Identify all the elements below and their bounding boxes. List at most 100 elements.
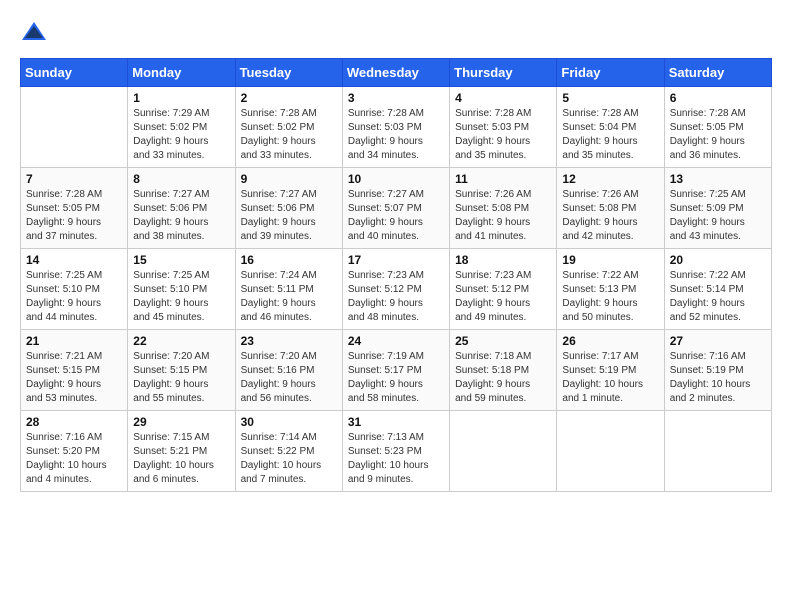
day-number: 5	[562, 91, 658, 105]
day-number: 10	[348, 172, 444, 186]
calendar-cell: 31 Sunrise: 7:13 AM Sunset: 5:23 PM Dayli…	[342, 411, 449, 492]
calendar-cell	[21, 87, 128, 168]
day-info: Sunrise: 7:28 AM Sunset: 5:03 PM Dayligh…	[348, 107, 444, 163]
weekday-header-friday: Friday	[557, 59, 664, 87]
day-number: 2	[241, 91, 337, 105]
day-number: 11	[455, 172, 551, 186]
weekday-header-row: SundayMondayTuesdayWednesdayThursdayFrid…	[21, 59, 772, 87]
day-number: 27	[670, 334, 766, 348]
calendar-cell: 5 Sunrise: 7:28 AM Sunset: 5:04 PM Daylig…	[557, 87, 664, 168]
day-number: 23	[241, 334, 337, 348]
weekday-header-sunday: Sunday	[21, 59, 128, 87]
day-info: Sunrise: 7:27 AM Sunset: 5:07 PM Dayligh…	[348, 188, 444, 244]
calendar-cell: 10 Sunrise: 7:27 AM Sunset: 5:07 PM Dayli…	[342, 168, 449, 249]
calendar-table: SundayMondayTuesdayWednesdayThursdayFrid…	[20, 58, 772, 492]
day-number: 3	[348, 91, 444, 105]
calendar-cell: 26Sunrise: 7:17 AM Sunset: 5:19 PM Dayli…	[557, 330, 664, 411]
day-number: 9	[241, 172, 337, 186]
calendar-week-2: 7 Sunrise: 7:28 AM Sunset: 5:05 PM Daylig…	[21, 168, 772, 249]
calendar-cell: 28 Sunrise: 7:16 AM Sunset: 5:20 PM Dayli…	[21, 411, 128, 492]
day-info: Sunrise: 7:21 AM Sunset: 5:15 PM Dayligh…	[26, 350, 122, 406]
calendar-cell: 8Sunrise: 7:27 AM Sunset: 5:06 PM Daylig…	[128, 168, 235, 249]
calendar-cell: 30 Sunrise: 7:14 AM Sunset: 5:22 PM Dayli…	[235, 411, 342, 492]
day-number: 7	[26, 172, 122, 186]
calendar-cell: 2 Sunrise: 7:28 AM Sunset: 5:02 PM Daylig…	[235, 87, 342, 168]
day-info: Sunrise: 7:23 AM Sunset: 5:12 PM Dayligh…	[348, 269, 444, 325]
calendar-cell: 22 Sunrise: 7:20 AM Sunset: 5:15 PM Dayli…	[128, 330, 235, 411]
day-number: 20	[670, 253, 766, 267]
day-info: Sunrise: 7:28 AM Sunset: 5:02 PM Dayligh…	[241, 107, 337, 163]
calendar-week-3: 14 Sunrise: 7:25 AM Sunset: 5:10 PM Dayli…	[21, 249, 772, 330]
logo	[20, 20, 52, 42]
day-info: Sunrise: 7:22 AM Sunset: 5:13 PM Dayligh…	[562, 269, 658, 325]
day-info: Sunrise: 7:28 AM Sunset: 5:04 PM Dayligh…	[562, 107, 658, 163]
day-number: 19	[562, 253, 658, 267]
day-info: Sunrise: 7:24 AM Sunset: 5:11 PM Dayligh…	[241, 269, 337, 325]
day-number: 8	[133, 172, 229, 186]
day-number: 4	[455, 91, 551, 105]
weekday-header-tuesday: Tuesday	[235, 59, 342, 87]
day-info: Sunrise: 7:26 AM Sunset: 5:08 PM Dayligh…	[455, 188, 551, 244]
calendar-cell: 12 Sunrise: 7:26 AM Sunset: 5:08 PM Dayli…	[557, 168, 664, 249]
day-info: Sunrise: 7:23 AM Sunset: 5:12 PM Dayligh…	[455, 269, 551, 325]
day-info: Sunrise: 7:28 AM Sunset: 5:05 PM Dayligh…	[670, 107, 766, 163]
day-info: Sunrise: 7:17 AM Sunset: 5:19 PM Dayligh…	[562, 350, 658, 406]
calendar-cell: 6 Sunrise: 7:28 AM Sunset: 5:05 PM Daylig…	[664, 87, 771, 168]
weekday-header-thursday: Thursday	[450, 59, 557, 87]
calendar-week-4: 21Sunrise: 7:21 AM Sunset: 5:15 PM Dayli…	[21, 330, 772, 411]
day-number: 15	[133, 253, 229, 267]
calendar-cell: 13Sunrise: 7:25 AM Sunset: 5:09 PM Dayli…	[664, 168, 771, 249]
calendar-cell: 17 Sunrise: 7:23 AM Sunset: 5:12 PM Dayli…	[342, 249, 449, 330]
day-number: 31	[348, 415, 444, 429]
day-info: Sunrise: 7:19 AM Sunset: 5:17 PM Dayligh…	[348, 350, 444, 406]
day-number: 16	[241, 253, 337, 267]
day-number: 30	[241, 415, 337, 429]
day-number: 24	[348, 334, 444, 348]
day-number: 12	[562, 172, 658, 186]
calendar-cell: 21Sunrise: 7:21 AM Sunset: 5:15 PM Dayli…	[21, 330, 128, 411]
calendar-cell	[450, 411, 557, 492]
calendar-cell: 27 Sunrise: 7:16 AM Sunset: 5:19 PM Dayli…	[664, 330, 771, 411]
calendar-cell: 20 Sunrise: 7:22 AM Sunset: 5:14 PM Dayli…	[664, 249, 771, 330]
day-info: Sunrise: 7:22 AM Sunset: 5:14 PM Dayligh…	[670, 269, 766, 325]
day-number: 29	[133, 415, 229, 429]
weekday-header-monday: Monday	[128, 59, 235, 87]
calendar-cell: 15 Sunrise: 7:25 AM Sunset: 5:10 PM Dayli…	[128, 249, 235, 330]
calendar-week-1: 1Sunrise: 7:29 AM Sunset: 5:02 PM Daylig…	[21, 87, 772, 168]
day-number: 6	[670, 91, 766, 105]
day-info: Sunrise: 7:13 AM Sunset: 5:23 PM Dayligh…	[348, 431, 444, 487]
calendar-cell: 19 Sunrise: 7:22 AM Sunset: 5:13 PM Dayli…	[557, 249, 664, 330]
calendar-cell: 9 Sunrise: 7:27 AM Sunset: 5:06 PM Daylig…	[235, 168, 342, 249]
day-info: Sunrise: 7:16 AM Sunset: 5:20 PM Dayligh…	[26, 431, 122, 487]
calendar-cell: 3 Sunrise: 7:28 AM Sunset: 5:03 PM Daylig…	[342, 87, 449, 168]
calendar-cell: 1Sunrise: 7:29 AM Sunset: 5:02 PM Daylig…	[128, 87, 235, 168]
day-number: 22	[133, 334, 229, 348]
day-number: 25	[455, 334, 551, 348]
calendar-week-5: 28 Sunrise: 7:16 AM Sunset: 5:20 PM Dayli…	[21, 411, 772, 492]
calendar-cell	[664, 411, 771, 492]
day-number: 14	[26, 253, 122, 267]
weekday-header-wednesday: Wednesday	[342, 59, 449, 87]
calendar-cell: 7 Sunrise: 7:28 AM Sunset: 5:05 PM Daylig…	[21, 168, 128, 249]
calendar-cell: 16 Sunrise: 7:24 AM Sunset: 5:11 PM Dayli…	[235, 249, 342, 330]
calendar-cell: 18 Sunrise: 7:23 AM Sunset: 5:12 PM Dayli…	[450, 249, 557, 330]
day-info: Sunrise: 7:28 AM Sunset: 5:05 PM Dayligh…	[26, 188, 122, 244]
day-info: Sunrise: 7:14 AM Sunset: 5:22 PM Dayligh…	[241, 431, 337, 487]
day-info: Sunrise: 7:25 AM Sunset: 5:10 PM Dayligh…	[133, 269, 229, 325]
day-info: Sunrise: 7:16 AM Sunset: 5:19 PM Dayligh…	[670, 350, 766, 406]
day-info: Sunrise: 7:15 AM Sunset: 5:21 PM Dayligh…	[133, 431, 229, 487]
calendar-cell: 14Sunrise: 7:25 AM Sunset: 5:10 PM Dayli…	[21, 249, 128, 330]
day-info: Sunrise: 7:26 AM Sunset: 5:08 PM Dayligh…	[562, 188, 658, 244]
day-number: 18	[455, 253, 551, 267]
day-number: 17	[348, 253, 444, 267]
day-info: Sunrise: 7:28 AM Sunset: 5:03 PM Dayligh…	[455, 107, 551, 163]
calendar-cell: 29 Sunrise: 7:15 AM Sunset: 5:21 PM Dayli…	[128, 411, 235, 492]
day-number: 28	[26, 415, 122, 429]
logo-icon	[20, 20, 48, 42]
day-info: Sunrise: 7:20 AM Sunset: 5:16 PM Dayligh…	[241, 350, 337, 406]
calendar-cell: 23 Sunrise: 7:20 AM Sunset: 5:16 PM Dayli…	[235, 330, 342, 411]
calendar-cell: 4 Sunrise: 7:28 AM Sunset: 5:03 PM Daylig…	[450, 87, 557, 168]
calendar-cell	[557, 411, 664, 492]
day-info: Sunrise: 7:27 AM Sunset: 5:06 PM Dayligh…	[241, 188, 337, 244]
day-info: Sunrise: 7:20 AM Sunset: 5:15 PM Dayligh…	[133, 350, 229, 406]
